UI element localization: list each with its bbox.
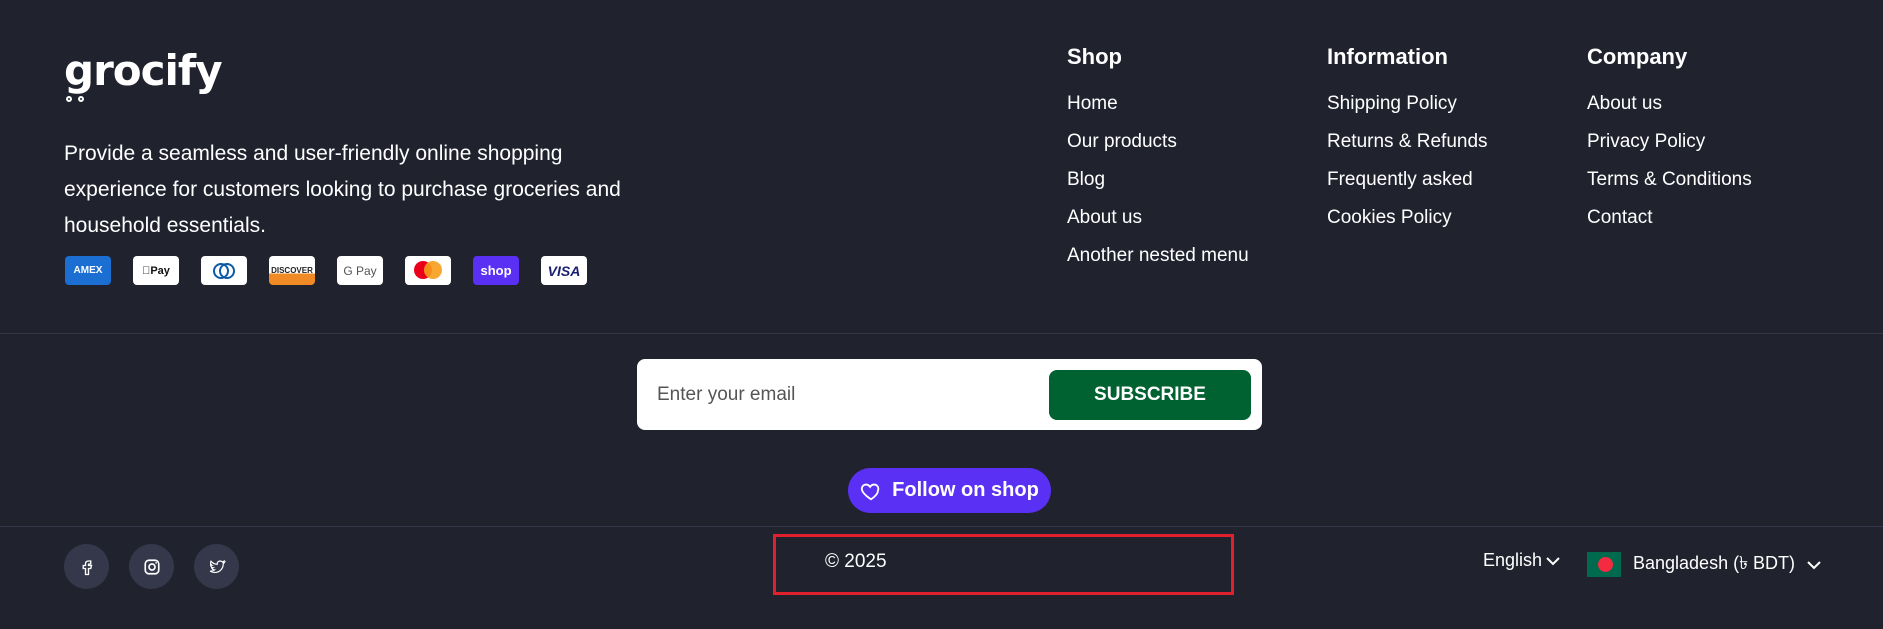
footer-divider-top	[0, 333, 1883, 334]
email-input[interactable]	[657, 375, 1037, 415]
instagram-link[interactable]	[129, 544, 174, 589]
twitter-link[interactable]	[194, 544, 239, 589]
social-links	[64, 544, 239, 589]
company-menu-title: Company	[1587, 44, 1688, 69]
twitter-icon	[209, 559, 226, 573]
logo-cart-wheels	[66, 96, 84, 102]
company-link-contact[interactable]: Contact	[1587, 199, 1752, 237]
chevron-down-icon	[1546, 556, 1560, 565]
bangladesh-flag-icon	[1587, 552, 1621, 577]
info-link-frequently-asked[interactable]: Frequently asked	[1327, 161, 1488, 199]
newsletter-form: SUBSCRIBE	[637, 359, 1262, 430]
shop-pay-icon: shop	[473, 256, 519, 285]
shop-link-home[interactable]: Home	[1067, 85, 1249, 123]
shop-link-our-products[interactable]: Our products	[1067, 123, 1249, 161]
info-link-cookies-policy[interactable]: Cookies Policy	[1327, 199, 1488, 237]
facebook-link[interactable]	[64, 544, 109, 589]
shop-link-blog[interactable]: Blog	[1067, 161, 1249, 199]
language-label: English	[1483, 550, 1543, 570]
shop-link-about-us[interactable]: About us	[1067, 199, 1249, 237]
information-menu-title: Information	[1327, 44, 1448, 69]
footer-divider-bottom	[0, 526, 1883, 527]
company-link-terms-conditions[interactable]: Terms & Conditions	[1587, 161, 1752, 199]
discover-icon: DISCOVER	[269, 256, 315, 285]
brand-tagline: Provide a seamless and user-friendly onl…	[64, 142, 621, 237]
language-selector[interactable]: English	[1483, 550, 1560, 571]
visa-icon: VISA	[541, 256, 587, 285]
country-label: Bangladesh (৳ BDT)	[1633, 553, 1796, 573]
diners-club-icon	[201, 256, 247, 285]
shop-link-another-nested-menu[interactable]: Another nested menu	[1067, 237, 1249, 275]
shop-menu-title: Shop	[1067, 44, 1122, 69]
follow-on-shop-button[interactable]: Follow on shop	[848, 468, 1051, 513]
heart-icon	[861, 483, 880, 500]
company-menu: Company About us Privacy Policy Terms & …	[1587, 44, 1752, 237]
payment-icons: AMEX Pay DISCOVER G Pay shop VISA	[65, 256, 587, 285]
copyright-text: © 2025	[825, 551, 887, 572]
facebook-icon	[82, 559, 92, 575]
chevron-down-icon	[1807, 560, 1821, 569]
apple-pay-icon: Pay	[133, 256, 179, 285]
company-link-privacy-policy[interactable]: Privacy Policy	[1587, 123, 1752, 161]
shop-menu: Shop Home Our products Blog About us Ano…	[1067, 44, 1249, 275]
brand-logo[interactable]: grocify	[64, 46, 223, 95]
mastercard-icon	[405, 256, 451, 285]
information-menu: Information Shipping Policy Returns & Re…	[1327, 44, 1488, 237]
subscribe-button[interactable]: SUBSCRIBE	[1049, 370, 1251, 420]
info-link-shipping-policy[interactable]: Shipping Policy	[1327, 85, 1488, 123]
follow-label: Follow on shop	[892, 479, 1039, 501]
amex-icon: AMEX	[65, 256, 111, 285]
company-link-about-us[interactable]: About us	[1587, 85, 1752, 123]
country-selector[interactable]: Bangladesh (৳ BDT)	[1587, 549, 1821, 580]
google-pay-icon: G Pay	[337, 256, 383, 285]
info-link-returns-refunds[interactable]: Returns & Refunds	[1327, 123, 1488, 161]
instagram-icon	[143, 558, 160, 575]
